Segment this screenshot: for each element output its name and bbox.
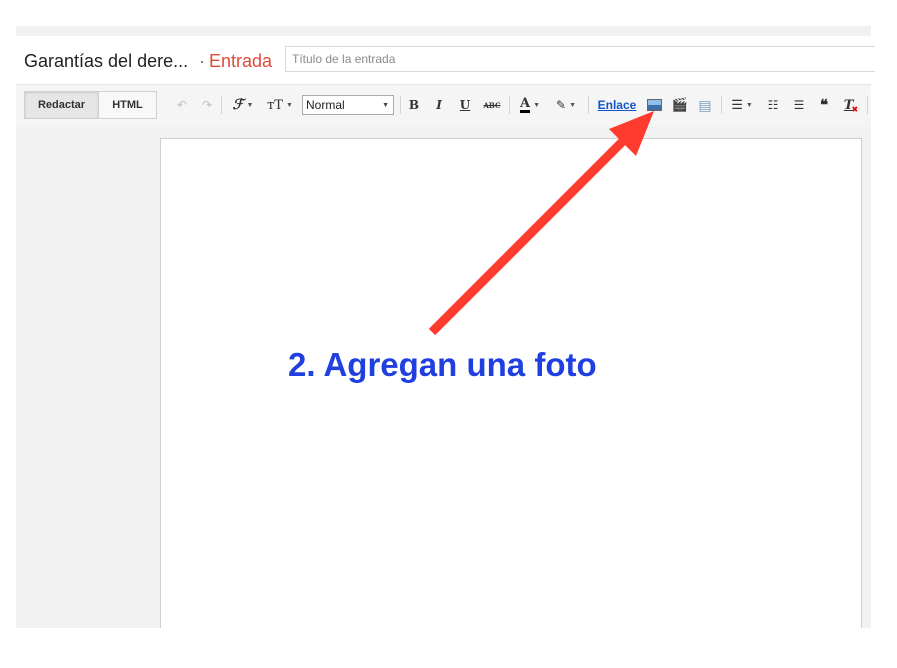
numbered-list-button[interactable]: ☷ — [764, 93, 782, 117]
toolbar-divider — [400, 96, 401, 114]
chevron-down-icon: ▼ — [285, 101, 293, 109]
chevron-down-icon: ▼ — [745, 101, 753, 109]
compose-mode-button[interactable]: Redactar — [24, 91, 99, 119]
undo-icon: ↶ — [176, 98, 188, 112]
post-title-input[interactable] — [285, 46, 875, 72]
left-sidebar — [16, 127, 160, 628]
insert-image-icon — [646, 99, 662, 111]
highlight-icon: ✎ — [556, 98, 567, 112]
insert-image-button[interactable] — [644, 93, 664, 117]
redo-button[interactable]: ↷ — [198, 93, 216, 117]
blog-name[interactable]: Garantías del dere... — [24, 51, 188, 72]
chevron-down-icon: ▼ — [533, 101, 541, 109]
toolbar-divider — [221, 96, 222, 114]
insert-video-icon: 🎬 — [671, 97, 689, 112]
toolbar-divider — [509, 96, 510, 114]
text-color-icon: A — [519, 96, 531, 113]
font-size-icon: тT — [267, 97, 283, 113]
font-family-button[interactable]: ℱ ▼ — [228, 93, 258, 117]
text-color-button[interactable]: A ▼ — [515, 93, 545, 117]
underline-button[interactable]: U — [457, 93, 473, 117]
annotation-label: 2. Agregan una foto — [288, 346, 597, 383]
font-size-button[interactable]: тT ▼ — [264, 93, 296, 117]
italic-button[interactable]: I — [431, 93, 447, 117]
insert-video-button[interactable]: 🎬 — [670, 93, 690, 117]
post-header: Garantías del dere... · Entrada — [16, 36, 875, 84]
quote-icon: ❝ — [819, 97, 829, 114]
undo-button[interactable]: ↶ — [173, 93, 191, 117]
insert-link-button[interactable]: Enlace — [596, 93, 638, 117]
toolbar-divider — [721, 96, 722, 114]
bullet-list-icon: ☰ — [793, 98, 805, 112]
clear-format-button[interactable]: T ✖ — [842, 93, 860, 117]
chevron-down-icon: ▼ — [382, 102, 389, 109]
align-icon: ☰ — [731, 97, 743, 112]
chevron-down-icon: ▼ — [569, 101, 576, 109]
strikethrough-button[interactable]: ABC — [482, 93, 502, 117]
redo-icon: ↷ — [201, 98, 213, 112]
post-kind-label: Entrada — [209, 51, 273, 71]
font-family-icon: ℱ — [232, 97, 244, 113]
jump-break-button[interactable]: ▤ — [695, 93, 715, 117]
jump-break-icon: ▤ — [698, 96, 712, 113]
header-separator: · — [199, 51, 205, 71]
numbered-list-icon: ☷ — [767, 98, 779, 112]
toolbar-divider — [867, 96, 868, 114]
top-strip — [16, 26, 871, 36]
highlight-button[interactable]: ✎ ▼ — [551, 93, 581, 117]
html-mode-button[interactable]: HTML — [98, 91, 157, 119]
chevron-down-icon: ▼ — [246, 101, 254, 109]
bullet-list-button[interactable]: ☰ — [790, 93, 808, 117]
toolbar-divider — [588, 96, 589, 114]
format-select-value: Normal — [306, 98, 345, 112]
quote-button[interactable]: ❝ — [815, 93, 833, 117]
format-select[interactable]: Normal ▼ — [302, 95, 394, 115]
align-button[interactable]: ☰ ▼ — [727, 93, 757, 117]
editor-toolbar: Redactar HTML ↶ ↷ ℱ ▼ тT ▼ Normal ▼ B I U … — [16, 84, 871, 127]
close-icon: ✖ — [851, 104, 859, 114]
bold-button[interactable]: B — [406, 93, 422, 117]
